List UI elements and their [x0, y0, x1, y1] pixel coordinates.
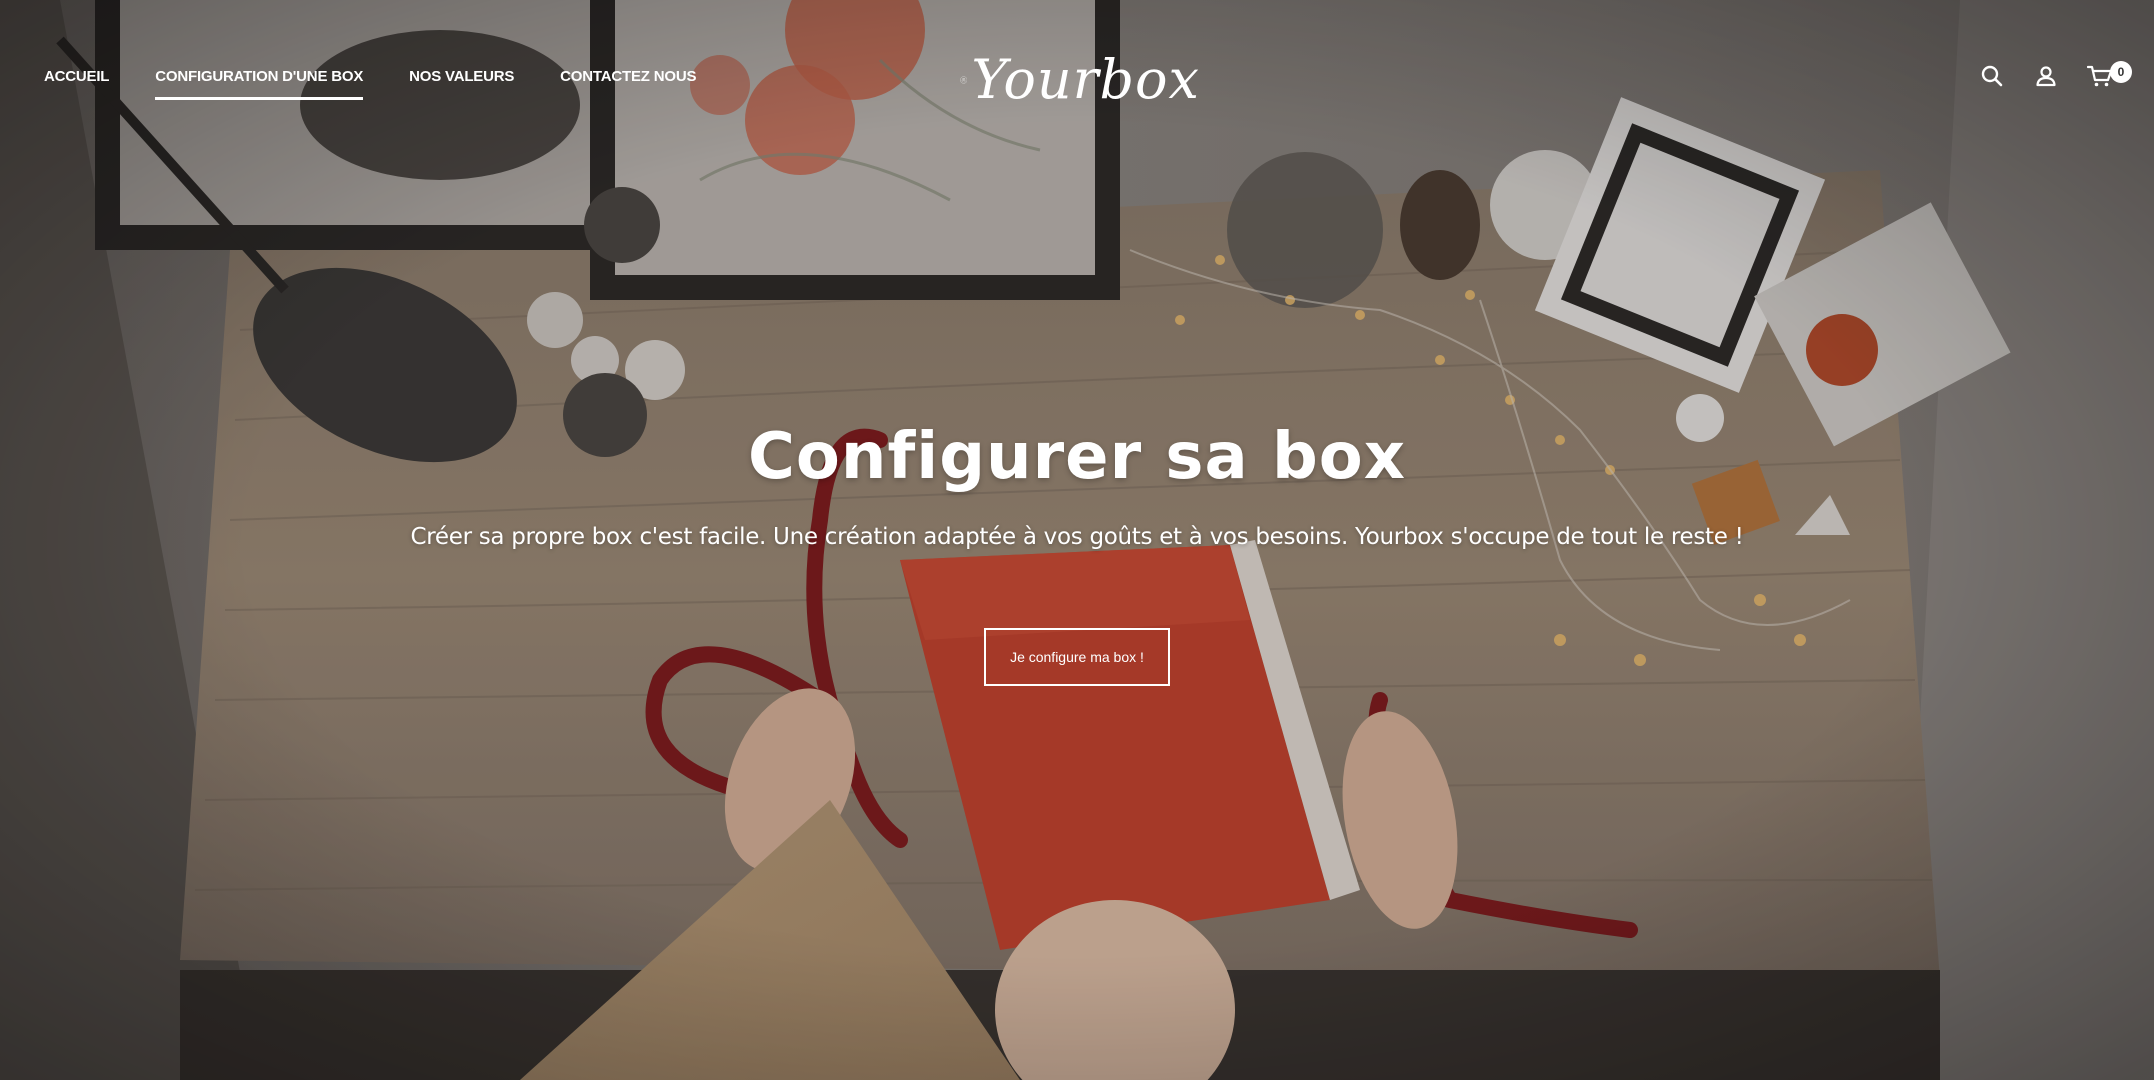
hero-title: Configurer sa box: [747, 420, 1407, 494]
configure-box-button[interactable]: Je configure ma box !: [984, 628, 1170, 686]
gift-box-hands-icon: [960, 76, 968, 84]
brand-logo[interactable]: Yourbox: [960, 40, 1200, 120]
main-navigation: ACCUEIL CONFIGURATION D'UNE BOX NOS VALE…: [44, 68, 696, 100]
nav-item-nos-valeurs[interactable]: NOS VALEURS: [409, 68, 514, 100]
nav-item-configuration[interactable]: CONFIGURATION D'UNE BOX: [155, 68, 363, 100]
site-header: ACCUEIL CONFIGURATION D'UNE BOX NOS VALE…: [0, 0, 2154, 160]
cart-icon[interactable]: 0: [2086, 61, 2132, 90]
search-icon[interactable]: [1978, 62, 2006, 90]
hero-subtitle: Créer sa propre box c'est facile. Une cr…: [410, 524, 1744, 550]
brand-name: Yourbox: [971, 48, 1200, 111]
nav-item-contactez-nous[interactable]: CONTACTEZ NOUS: [560, 68, 696, 100]
nav-item-accueil[interactable]: ACCUEIL: [44, 68, 109, 100]
header-actions: 0: [1978, 61, 2132, 90]
hero-section: ACCUEIL CONFIGURATION D'UNE BOX NOS VALE…: [0, 0, 2154, 1080]
hero-content: Configurer sa box Créer sa propre box c'…: [0, 420, 2154, 686]
cart-count-badge: 0: [2110, 61, 2132, 83]
user-icon[interactable]: [2032, 62, 2060, 90]
